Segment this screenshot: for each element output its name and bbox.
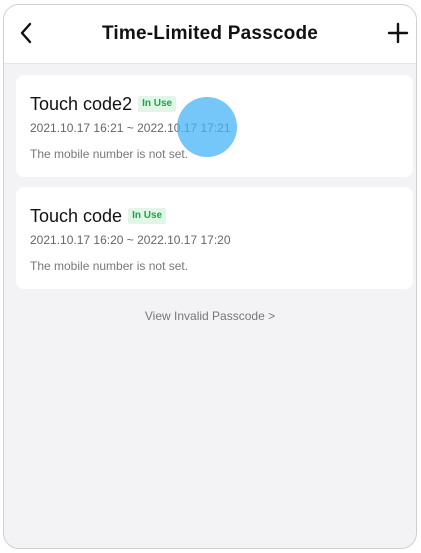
passcode-mobile-note: The mobile number is not set. bbox=[30, 147, 189, 161]
status-badge: In Use bbox=[128, 208, 167, 224]
passcode-card[interactable]: Touch code In Use 2021.10.17 16:20 ~ 202… bbox=[16, 187, 413, 289]
add-passcode-button[interactable] bbox=[384, 19, 412, 47]
passcode-name-row: Touch code In Use bbox=[30, 205, 399, 227]
plus-icon bbox=[387, 22, 409, 44]
passcode-name-row: Touch code2 In Use bbox=[30, 93, 399, 115]
passcode-validity-period: 2021.10.17 16:20 ~ 2022.10.17 17:20 bbox=[30, 233, 231, 247]
passcode-validity-period: 2021.10.17 16:21 ~ 2022.10.17 17:21 bbox=[30, 121, 231, 135]
page-title: Time-Limited Passcode bbox=[101, 23, 319, 44]
passcode-name: Touch code bbox=[30, 205, 123, 226]
passcode-card[interactable]: Touch code2 In Use 2021.10.17 16:21 ~ 20… bbox=[16, 75, 413, 177]
view-invalid-passcode-link[interactable]: View Invalid Passcode > bbox=[4, 309, 416, 323]
app-screen: Time-Limited Passcode Touch code2 In Use… bbox=[3, 4, 417, 549]
status-badge: In Use bbox=[138, 96, 177, 112]
passcode-mobile-note: The mobile number is not set. bbox=[30, 259, 189, 273]
passcode-name: Touch code2 bbox=[30, 93, 133, 114]
header-bar: Time-Limited Passcode bbox=[4, 5, 416, 64]
